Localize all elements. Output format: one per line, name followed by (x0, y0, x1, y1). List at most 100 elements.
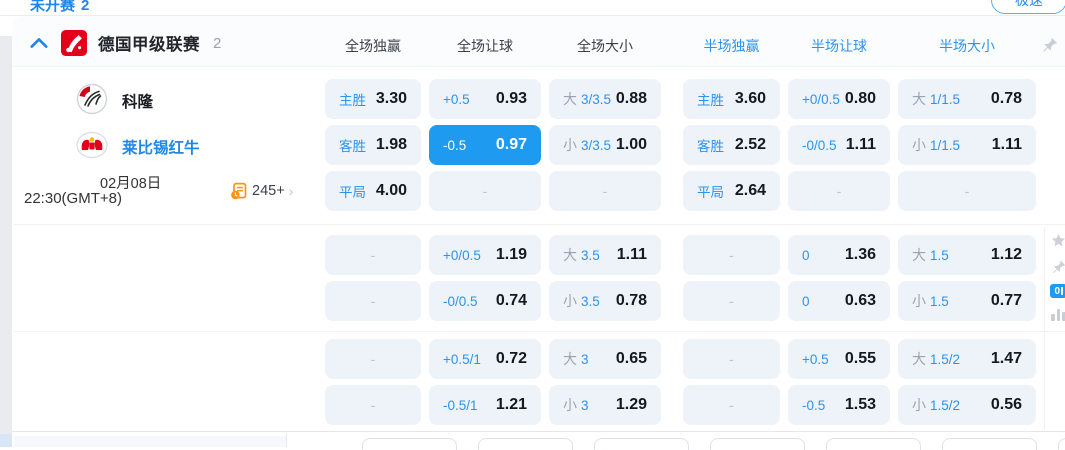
odds-cell-empty: - (429, 171, 541, 211)
odds-cell[interactable]: 小 3 1.29 (549, 385, 661, 425)
odds-cell[interactable]: 小 1.5 0.77 (898, 281, 1036, 321)
odds-label: 主胜 (697, 93, 724, 108)
home-team-name[interactable]: 科隆 (122, 90, 153, 112)
odds-value: 1.11 (616, 246, 647, 263)
odds-cell[interactable]: 大 3/3.5 0.88 (549, 79, 661, 119)
odds-label: -0.5 (802, 397, 826, 413)
odds-cell[interactable]: +0.5/1 0.72 (429, 339, 541, 379)
odds-cell[interactable]: -0.5 0.97 (429, 125, 541, 165)
away-team-badge-leipzig (76, 131, 108, 159)
over-under-prefix: 大 (912, 91, 926, 107)
over-under-prefix: 小 (563, 397, 577, 413)
odds-cell[interactable]: 0 1.36 (788, 235, 890, 275)
odds-label: 客胜 (697, 139, 724, 154)
odds-cell-empty: - (325, 281, 421, 321)
odds-cell-empty: - (325, 235, 421, 275)
odds-cell-empty: - (683, 281, 780, 321)
section-bottom-border (12, 431, 1065, 432)
odds-cell-empty: - (683, 339, 780, 379)
odds-cell[interactable]: 平局 2.64 (683, 171, 780, 211)
odds-cell[interactable]: 大 1/1.5 0.78 (898, 79, 1036, 119)
odds-cell[interactable]: 客胜 1.98 (325, 125, 421, 165)
empty-dash: - (370, 247, 376, 263)
odds-label: 1/1.5 (930, 91, 961, 107)
odds-label: 0 (802, 293, 810, 309)
odds-cell[interactable]: 大 1.5/2 1.47 (898, 339, 1036, 379)
more-markets-link[interactable]: 245+ › (230, 182, 293, 200)
next-section-tab[interactable] (942, 438, 1037, 450)
match-time: 22:30(GMT+8) (24, 190, 122, 207)
pin-icon[interactable] (1041, 36, 1059, 54)
odds-value: 2.64 (734, 182, 766, 199)
odds-cell[interactable]: 大 3.5 1.11 (549, 235, 661, 275)
odds-cell[interactable]: 大 3 0.65 (549, 339, 661, 379)
favorite-star-icon[interactable] (1050, 232, 1065, 249)
odds-value: 2.52 (734, 136, 766, 153)
odds-value: 3.30 (375, 90, 407, 107)
odds-cell[interactable]: -0/0.5 0.74 (429, 281, 541, 321)
odds-cell-empty: - (325, 385, 421, 425)
odds-label: 3 (581, 397, 589, 413)
over-under-prefix: 小 (563, 293, 577, 309)
empty-dash: - (729, 351, 734, 367)
odds-label: +0.5/1 (443, 351, 481, 367)
odds-value: 4.00 (375, 182, 407, 199)
odds-cell[interactable]: -0.5 1.53 (788, 385, 890, 425)
odds-value: 0.97 (495, 136, 527, 153)
next-section-tab[interactable] (478, 438, 573, 450)
pin-match-icon[interactable] (1050, 258, 1065, 275)
odds-cell[interactable]: 平局 4.00 (325, 171, 421, 211)
odds-value: 0.78 (990, 90, 1022, 107)
odds-cell[interactable]: 主胜 3.60 (683, 79, 780, 119)
odds-label: +0.5 (443, 91, 470, 107)
odds-label: -0.5/1 (443, 397, 478, 413)
next-section-tab[interactable] (826, 438, 921, 450)
next-section-tab[interactable] (594, 438, 689, 450)
league-name: 德国甲级联赛 (98, 36, 200, 54)
odds-label: 平局 (339, 185, 366, 200)
odds-cell[interactable]: 小 1.5/2 0.56 (898, 385, 1036, 425)
odds-cell[interactable]: 大 1.5 1.12 (898, 235, 1036, 275)
filter-tab-label: 未开赛 (30, 0, 76, 14)
odds-cell[interactable]: 小 3/3.5 1.00 (549, 125, 661, 165)
odds-cell[interactable]: +0/0.5 0.80 (788, 79, 890, 119)
over-under-prefix: 小 (563, 137, 577, 153)
odds-label: 3 (581, 351, 589, 367)
odds-label: 平局 (697, 185, 724, 200)
next-section-tab[interactable] (1058, 438, 1065, 450)
odds-history-badge[interactable]: 0 (1050, 284, 1065, 298)
odds-cell[interactable]: 小 3.5 0.78 (549, 281, 661, 321)
odds-cell[interactable]: 主胜 3.30 (325, 79, 421, 119)
odds-cell[interactable]: 0 0.63 (788, 281, 890, 321)
over-under-prefix: 大 (563, 351, 577, 367)
odds-value: 0.78 (615, 292, 647, 309)
over-under-prefix: 大 (912, 351, 926, 367)
odds-value: 3.60 (734, 90, 766, 107)
odds-cell[interactable]: +0/0.5 1.19 (429, 235, 541, 275)
next-section-tab[interactable] (710, 438, 805, 450)
next-section-tab[interactable] (362, 438, 457, 450)
group-divider (14, 331, 1065, 332)
odds-value: 1.29 (615, 396, 647, 413)
home-team-badge-koln (76, 83, 108, 115)
empty-dash: - (602, 183, 608, 199)
filter-tab-count: 2 (81, 0, 90, 14)
odds-cell[interactable]: 客胜 2.52 (683, 125, 780, 165)
odds-label: +0/0.5 (443, 247, 481, 263)
odds-value: 1.53 (844, 396, 876, 413)
over-under-prefix: 小 (912, 397, 926, 413)
stats-bar-chart-icon[interactable] (1050, 307, 1065, 321)
filter-tab-upcoming[interactable]: 未开赛 2 (30, 0, 89, 15)
empty-dash: - (836, 183, 842, 199)
odds-cell[interactable]: -0.5/1 1.21 (429, 385, 541, 425)
away-team-name[interactable]: 莱比锡红牛 (122, 136, 200, 158)
odds-cell[interactable]: -0/0.5 1.11 (788, 125, 890, 165)
odds-value: 0.93 (495, 90, 527, 107)
odds-cell[interactable]: +0.5 0.93 (429, 79, 541, 119)
empty-dash: - (729, 293, 734, 309)
odds-label: 1.5/2 (930, 351, 961, 367)
odds-cell[interactable]: +0.5 0.55 (788, 339, 890, 379)
odds-cell[interactable]: 小 1/1.5 1.11 (898, 125, 1036, 165)
odds-value: 1.11 (845, 136, 876, 153)
collapse-chevron-up-icon[interactable] (28, 32, 50, 54)
